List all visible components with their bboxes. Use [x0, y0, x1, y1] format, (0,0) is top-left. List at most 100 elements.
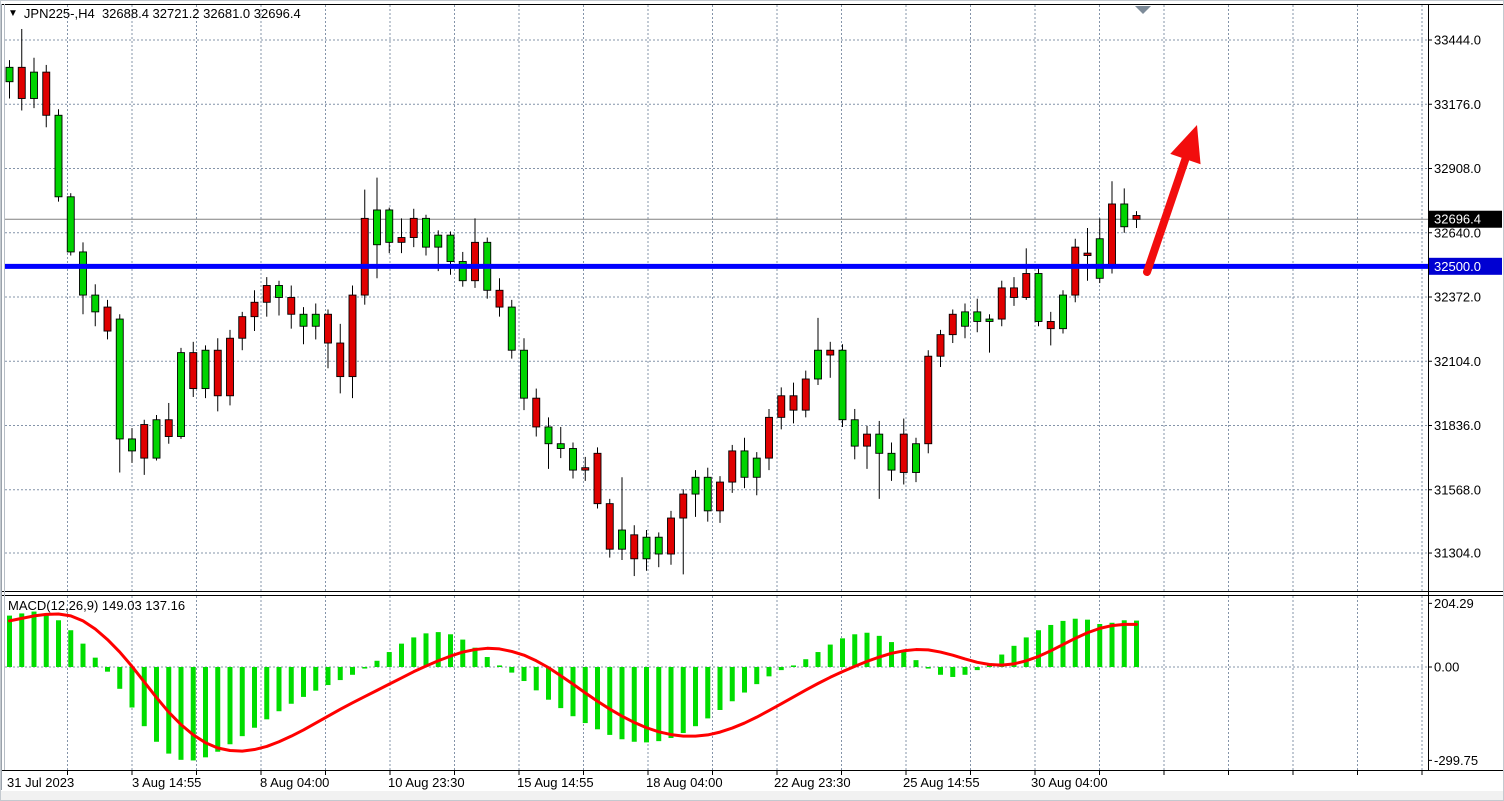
candle-body	[815, 350, 822, 379]
macd-bar	[497, 665, 502, 667]
macd-bar	[362, 667, 367, 669]
price-axis-label: 32104.0	[1434, 354, 1481, 369]
macd-bar	[289, 667, 294, 704]
macd-bar	[950, 667, 955, 677]
candle-body	[361, 218, 368, 295]
candle-body	[1023, 274, 1030, 298]
candle-body	[864, 434, 871, 446]
candle-body	[570, 449, 577, 471]
macd-bar	[326, 667, 331, 685]
candle-body	[496, 290, 503, 307]
candle-body	[766, 417, 773, 458]
support-price-tag-text: 32500.0	[1434, 259, 1481, 274]
candle-body	[753, 458, 760, 477]
candle	[55, 109, 62, 201]
symbol-ohlc-label: JPN225-,H4 32688.4 32721.2 32681.0 32696…	[24, 6, 301, 21]
candle-body	[962, 312, 969, 326]
candle-body	[55, 115, 62, 197]
candle-body	[104, 307, 111, 331]
macd-bar	[926, 667, 931, 669]
macd-bar	[215, 667, 220, 752]
candle-body	[606, 504, 613, 550]
candle-body	[619, 530, 626, 549]
candle-body	[876, 434, 883, 453]
chart-background	[0, 0, 1504, 801]
candle	[839, 344, 846, 427]
candle-body	[631, 535, 638, 559]
candle	[606, 499, 613, 558]
candle-body	[1109, 204, 1116, 266]
candle-body	[1133, 215, 1140, 219]
macd-bar	[105, 667, 110, 672]
macd-bar	[693, 667, 698, 726]
macd-bar	[840, 638, 845, 667]
macd-bar	[411, 637, 416, 667]
macd-bar	[399, 644, 404, 667]
macd-bar	[387, 652, 392, 667]
macd-bar	[228, 667, 233, 744]
price-axis-label: 32372.0	[1434, 290, 1481, 305]
time-axis-label: 31 Jul 2023	[7, 775, 74, 790]
macd-bar	[681, 667, 686, 733]
macd-bar	[313, 667, 318, 691]
macd-bar	[1122, 620, 1127, 667]
candle-body	[1035, 274, 1042, 322]
macd-bar	[534, 667, 539, 690]
candle-body	[790, 396, 797, 410]
candle-body	[594, 453, 601, 503]
macd-bar	[154, 667, 159, 742]
macd-bar	[669, 667, 674, 738]
macd-bar	[742, 667, 747, 693]
candle-body	[129, 439, 136, 451]
macd-bar	[44, 614, 49, 667]
time-axis[interactable]: 31 Jul 20233 Aug 14:558 Aug 04:0010 Aug …	[7, 775, 1108, 790]
candle-body	[18, 67, 25, 98]
candle	[227, 330, 234, 406]
current-price-tag: 32696.4	[1429, 211, 1502, 228]
candle-body	[92, 295, 99, 312]
candle-body	[925, 356, 932, 444]
symbol-dropdown-icon[interactable]: ▼	[8, 9, 18, 19]
candle-body	[202, 350, 209, 388]
macd-bar	[191, 667, 196, 760]
candle-body	[655, 537, 662, 554]
macd-bar	[963, 667, 968, 675]
candle-body	[386, 210, 393, 242]
candle-body	[447, 235, 454, 261]
chart-window: 33444.033176.032908.032640.032372.032104…	[0, 0, 1504, 801]
macd-bar	[754, 667, 759, 684]
macd-bar	[179, 667, 184, 760]
candle-body	[1047, 321, 1054, 328]
macd-bar	[595, 667, 600, 729]
macd-bar	[485, 657, 490, 667]
support-price-tag: 32500.0	[1429, 258, 1502, 275]
time-axis-label: 15 Aug 14:55	[517, 775, 594, 790]
candle	[594, 447, 601, 508]
macd-bar	[1110, 623, 1115, 667]
macd-bar	[644, 667, 649, 742]
macd-bar	[1085, 620, 1090, 667]
candle-body	[998, 288, 1005, 319]
macd-bar	[632, 667, 637, 742]
candle-body	[937, 335, 944, 357]
candle-body	[557, 444, 564, 449]
candle-body	[325, 314, 332, 343]
candle-body	[43, 72, 50, 115]
macd-bar	[93, 658, 98, 667]
macd-bar	[1073, 619, 1078, 667]
chart-canvas[interactable]: 33444.033176.032908.032640.032372.032104…	[0, 0, 1504, 801]
candle-body	[1011, 288, 1018, 298]
macd-bar	[56, 620, 61, 667]
current-price-tag-text: 32696.4	[1434, 212, 1481, 227]
candle-body	[521, 350, 528, 398]
price-axis-label: 32908.0	[1434, 161, 1481, 176]
candle-body	[251, 302, 258, 316]
candle-body	[178, 353, 185, 437]
candle-body	[31, 72, 38, 98]
price-axis-label: 31836.0	[1434, 418, 1481, 433]
macd-bar	[522, 667, 527, 681]
candle-body	[398, 238, 405, 243]
candle-body	[729, 451, 736, 482]
candle	[1035, 269, 1042, 327]
macd-bar	[264, 667, 269, 719]
